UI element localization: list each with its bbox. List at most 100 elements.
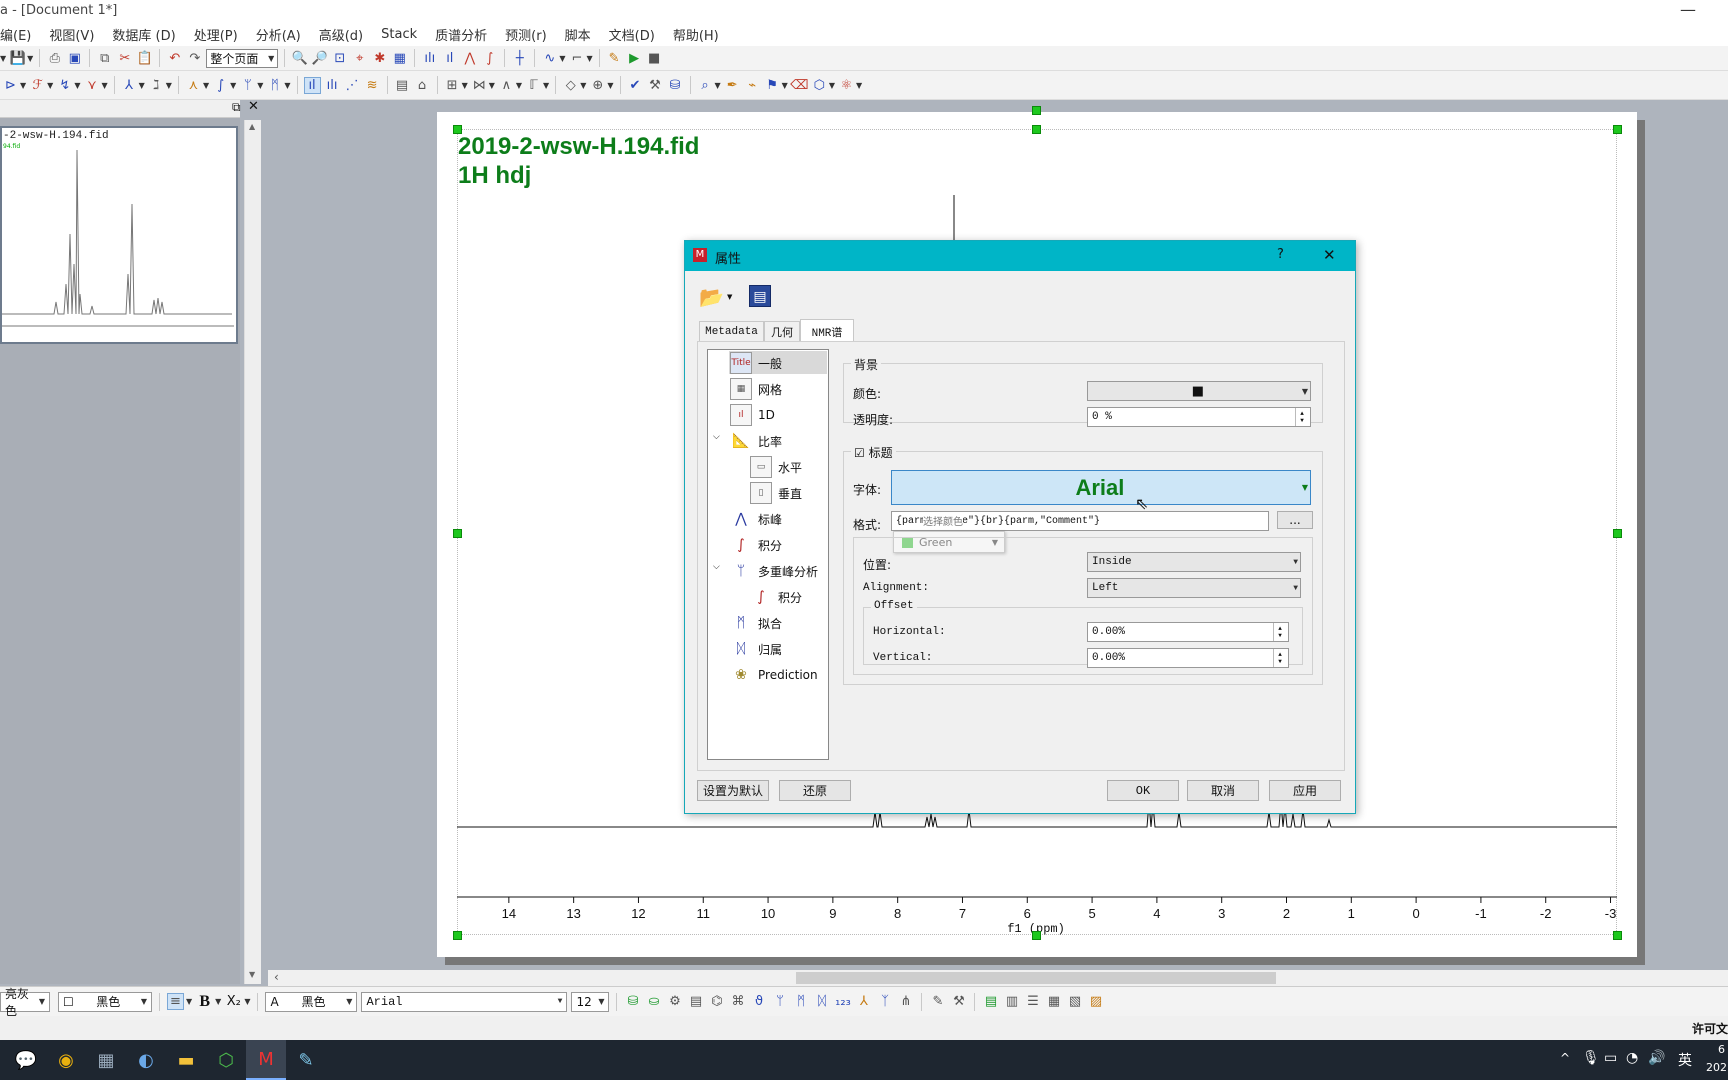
chevron-down-icon[interactable]: ▼ — [101, 81, 107, 90]
edit-icon[interactable]: ✎ — [929, 993, 946, 1010]
chevron-down-icon[interactable]: ▼ — [215, 997, 221, 1006]
baseline-correction-icon[interactable]: ⋎ — [83, 77, 100, 94]
redo-icon[interactable]: ↷ — [186, 50, 203, 67]
tree-item-multiplet-integral[interactable]: ∫ 积分 — [750, 586, 802, 608]
close-icon[interactable]: ✕ — [1323, 246, 1336, 264]
cut-icon[interactable]: ✂ — [116, 50, 133, 67]
menu-help[interactable]: 帮助(H) — [673, 25, 719, 44]
title-group-label[interactable]: ☑ 标题 — [851, 444, 896, 461]
calculator-icon[interactable]: ▦ — [86, 1040, 126, 1080]
resize-handle[interactable] — [1613, 529, 1622, 538]
brush-icon[interactable]: ⌁ — [744, 77, 761, 94]
format-browse-button[interactable]: ... — [1277, 511, 1313, 529]
script-icon[interactable]: ✎ — [606, 50, 623, 67]
chevron-down-icon[interactable]: ▼ — [244, 997, 250, 1006]
resize-handle[interactable] — [1032, 125, 1041, 134]
chevron-down-icon[interactable]: ▼ — [74, 81, 80, 90]
chemdraw-icon[interactable]: ⬡ — [206, 1040, 246, 1080]
font-select[interactable]: Arial ▼ — [891, 470, 1311, 505]
position-select[interactable]: Inside ▼ — [1087, 552, 1301, 572]
close-panel-icon[interactable]: ✕ — [248, 99, 259, 114]
peak-icon[interactable]: ⋏ — [185, 77, 202, 94]
page-zoom-select[interactable]: 整个页面 ▼ — [206, 48, 279, 68]
fft-icon[interactable]: ℱ — [29, 77, 46, 94]
help-icon[interactable]: ? — [1277, 247, 1284, 262]
tree-item-integral[interactable]: ∫ 积分 — [730, 534, 782, 556]
globe-app-icon[interactable]: ◐ — [126, 1040, 166, 1080]
chevron-down-icon[interactable]: ▼ — [580, 81, 586, 90]
link-icon[interactable]: ⌘ — [729, 993, 746, 1010]
sheet-report-icon[interactable]: ▦ — [1045, 993, 1062, 1010]
select-tool-icon[interactable]: ⊳ — [2, 77, 19, 94]
clock-time[interactable]: 6 — [1718, 1043, 1725, 1056]
zoom-fit-icon[interactable]: ⊡ — [331, 50, 348, 67]
run-icon[interactable]: ▶ — [626, 50, 643, 67]
folder-open-icon[interactable]: 📂 — [699, 285, 724, 309]
file-explorer-icon[interactable]: ▬ — [166, 1040, 206, 1080]
reference-icon[interactable]: ⅄ — [121, 77, 138, 94]
paste-icon[interactable]: 📋 — [136, 50, 153, 67]
database-icon[interactable]: ⛁ — [667, 77, 684, 94]
notepad-icon[interactable]: ✎ — [286, 1040, 326, 1080]
chevron-down-icon[interactable]: ▼ — [462, 81, 468, 90]
settings-icon[interactable]: ⚙ — [666, 993, 683, 1010]
shape-icon[interactable]: ◇ — [562, 77, 579, 94]
table-icon[interactable]: ▤ — [394, 77, 411, 94]
phase-correction-icon[interactable]: ↯ — [56, 77, 73, 94]
chevron-down-icon[interactable]: ▼ — [543, 81, 549, 90]
pen-icon[interactable]: ✒ — [724, 77, 741, 94]
chevron-up-icon[interactable]: ^ — [1560, 1051, 1570, 1065]
float-panel-icon[interactable]: ⧉ — [232, 100, 241, 115]
molecule-icon[interactable]: ⌂ — [414, 77, 431, 94]
resize-handle[interactable] — [453, 931, 462, 940]
menu-edit[interactable]: 编(E) — [0, 25, 31, 44]
assign-icon[interactable]: ᛞ — [813, 993, 830, 1010]
spectrum-scale-icon[interactable]: ıl — [441, 50, 458, 67]
volume-icon[interactable]: 🔊 — [1648, 1050, 1665, 1066]
chevron-down-icon[interactable]: ▼ — [20, 81, 26, 90]
resize-handle[interactable] — [1613, 125, 1622, 134]
hexagon-icon[interactable]: ⬡ — [811, 77, 828, 94]
font-size-select[interactable]: 12 ▼ — [571, 991, 610, 1012]
phase-icon[interactable]: ∿ — [541, 50, 558, 67]
chevron-down-icon[interactable]: ▼ — [186, 997, 192, 1006]
ime-indicator[interactable]: 英 — [1678, 1050, 1692, 1070]
tab-nmr[interactable]: NMR谱 — [800, 319, 854, 343]
spectrum-icon[interactable]: ılı — [421, 50, 438, 67]
ok-button[interactable]: OK — [1107, 780, 1179, 801]
zoom-peak-icon[interactable]: ✱ — [371, 50, 388, 67]
menu-process[interactable]: 处理(P) — [194, 25, 238, 44]
chevron-down-icon[interactable]: ▼ — [727, 293, 732, 301]
menu-database[interactable]: 数据库 (D) — [112, 25, 175, 44]
menu-script[interactable]: 脚本 — [565, 25, 591, 44]
chevron-down-icon[interactable]: ▼ — [284, 81, 290, 90]
chevron-down-icon[interactable]: ▼ — [203, 81, 209, 90]
chevron-down-icon[interactable]: ▼ — [139, 81, 145, 90]
color-select[interactable]: ■ ▼ — [1087, 381, 1311, 401]
horizontal-scrollbar[interactable]: ‹ — [268, 970, 1728, 986]
save-icon[interactable]: 💾 — [9, 50, 26, 67]
menu-view[interactable]: 视图(V) — [49, 25, 94, 44]
spin-icon[interactable]: ▲ ▼ — [1273, 623, 1286, 641]
verify-icon[interactable]: ✔ — [627, 77, 644, 94]
background-color-select[interactable]: 亮灰色 ▼ — [0, 987, 50, 1018]
multiplet-report-icon[interactable]: ᛘ — [771, 993, 788, 1010]
chevron-down-icon[interactable]: ▼ — [489, 81, 495, 90]
alignment-select[interactable]: Left ▼ — [1087, 578, 1301, 598]
crosshair-icon[interactable]: ┼ — [511, 50, 528, 67]
apply-button[interactable]: 应用 — [1269, 780, 1341, 801]
j-graph-icon[interactable]: ⋔ — [897, 993, 914, 1010]
number-icon[interactable]: ₁₂₃ — [834, 993, 851, 1010]
tab-geometry[interactable]: 几何 — [764, 321, 800, 341]
tree-item-prediction[interactable]: ❀ Prediction — [730, 664, 818, 686]
text-tool-icon[interactable]: ℾ — [525, 77, 542, 94]
group-icon[interactable]: ⊕ — [589, 77, 606, 94]
label-icon[interactable]: ≋ — [364, 77, 381, 94]
draw-icon[interactable]: ∧ — [498, 77, 515, 94]
tools-icon[interactable]: ⚒ — [647, 77, 664, 94]
zoom-in-icon[interactable]: 🔍 — [291, 50, 308, 67]
doc-report-icon[interactable]: ▧ — [1066, 993, 1083, 1010]
restore-button[interactable]: 还原 — [779, 780, 851, 801]
set-default-button[interactable]: 设置为默认 — [697, 780, 769, 801]
tree-item-peaks[interactable]: ⋀ 标峰 — [730, 508, 782, 530]
